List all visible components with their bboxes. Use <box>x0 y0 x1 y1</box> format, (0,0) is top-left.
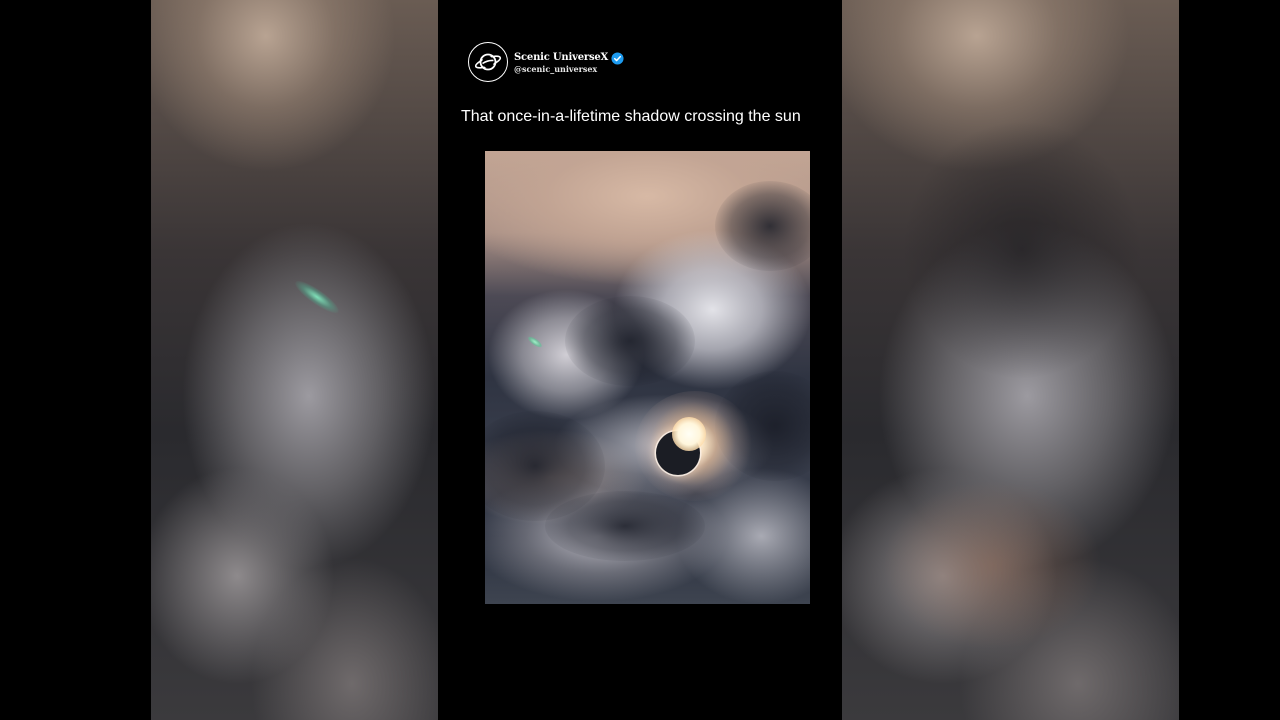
account-handle[interactable]: @scenic_universex <box>514 65 624 73</box>
dark-cloud <box>715 181 810 271</box>
blurred-cloud <box>882 480 1102 650</box>
verified-badge-icon <box>611 51 624 65</box>
avatar[interactable] <box>468 42 508 82</box>
post-media-eclipse-photo[interactable] <box>485 151 810 604</box>
dark-cloud <box>565 296 695 386</box>
lens-flare <box>526 334 544 350</box>
post-header: Scenic UniverseX @scenic_universex <box>468 40 624 84</box>
diamond-ring-sun <box>672 417 706 451</box>
dark-cloud <box>545 491 705 561</box>
blurred-cloud <box>902 120 1142 380</box>
account-names: Scenic UniverseX @scenic_universex <box>514 51 624 73</box>
blurred-background-right <box>842 0 1179 720</box>
saturn-planet-icon <box>474 53 502 71</box>
post-card: Scenic UniverseX @scenic_universex That … <box>438 0 842 720</box>
blurred-background-left <box>151 0 438 720</box>
blurred-glint <box>291 276 343 318</box>
name-row: Scenic UniverseX <box>514 51 624 65</box>
display-name[interactable]: Scenic UniverseX <box>514 53 608 63</box>
post-caption: That once-in-a-lifetime shadow crossing … <box>461 108 801 125</box>
